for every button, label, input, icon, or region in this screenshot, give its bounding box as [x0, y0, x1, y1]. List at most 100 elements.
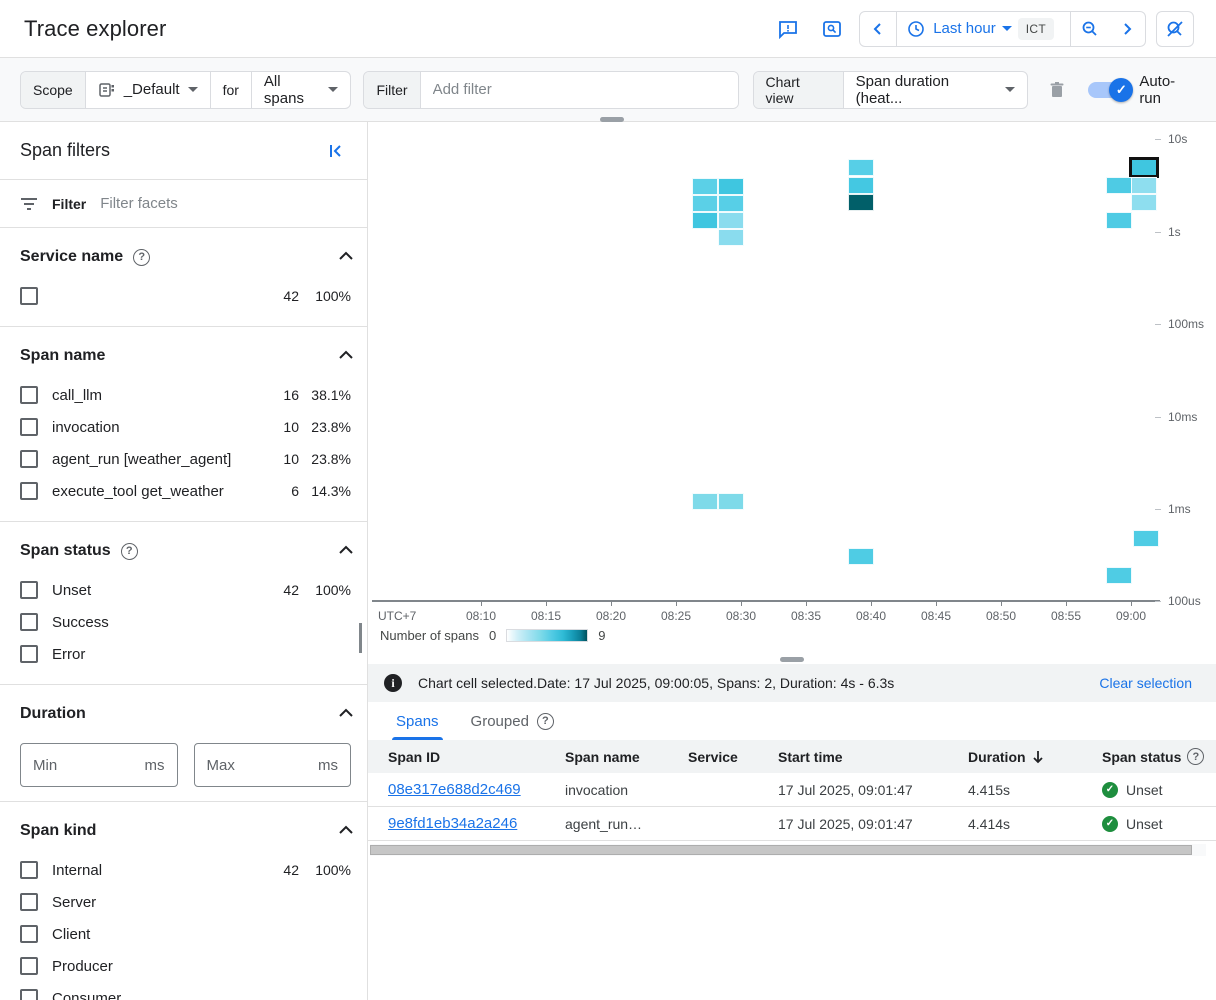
span-id-link[interactable]: 08e317e688d2c469 [388, 781, 521, 798]
duration-min-input[interactable]: Min ms [20, 743, 178, 787]
span-name-checkbox[interactable] [20, 450, 38, 468]
heatmap-cell[interactable] [1106, 212, 1132, 229]
span-status-checkbox[interactable] [20, 645, 38, 663]
heatmap-cell[interactable] [692, 178, 718, 195]
autorun-toggle[interactable]: ✓ [1088, 82, 1127, 98]
span-status-cell: ✓Unset [1102, 782, 1216, 798]
search-preview-icon[interactable] [815, 12, 849, 46]
span-name-cell: agent_run… [565, 816, 688, 832]
chart-view-dropdown[interactable]: Span duration (heat... [844, 72, 1028, 108]
collapse-section-icon[interactable] [339, 825, 351, 837]
column-header-service[interactable]: Service [688, 749, 778, 765]
time-range-dropdown[interactable]: Last hour ICT [897, 12, 1070, 46]
facet-section-service-name: Service name?42100% [0, 228, 367, 327]
zoom-off-button[interactable] [1156, 11, 1194, 47]
span-kind-checkbox[interactable] [20, 957, 38, 975]
column-header-span-id[interactable]: Span ID [388, 749, 565, 765]
delete-chart-button[interactable] [1040, 73, 1074, 107]
heatmap-cell[interactable] [1106, 567, 1132, 584]
heatmap-cell[interactable] [718, 178, 744, 195]
x-axis-tick [871, 602, 872, 606]
collapse-section-icon[interactable] [339, 350, 351, 362]
facet-item-percent: 100% [299, 582, 351, 598]
time-forward-button[interactable] [1109, 12, 1145, 46]
time-back-button[interactable] [860, 12, 896, 46]
grouped-help-icon[interactable]: ? [537, 713, 554, 730]
table-horizontal-scrollbar[interactable] [370, 844, 1206, 856]
y-axis-label: 10ms [1168, 410, 1197, 424]
clear-selection-link[interactable]: Clear selection [1099, 675, 1192, 691]
heatmap-cell[interactable] [692, 493, 718, 510]
tab-grouped[interactable]: Grouped ? [467, 702, 558, 740]
span-status-checkbox[interactable] [20, 613, 38, 631]
span-name-section-title: Span name [20, 347, 105, 365]
service-name-checkbox[interactable] [20, 287, 38, 305]
column-header-span-name[interactable]: Span name [565, 749, 688, 765]
app-header: Trace explorer Last hour ICT [0, 0, 1216, 58]
timezone-badge[interactable]: ICT [1018, 18, 1054, 40]
heatmap-cell[interactable] [718, 195, 744, 212]
span-name-checkbox[interactable] [20, 482, 38, 500]
heatmap-cell[interactable] [848, 159, 874, 176]
column-header-duration[interactable]: Duration [968, 749, 1102, 765]
collapse-section-icon[interactable] [339, 708, 351, 720]
all-spans-value: All spans [264, 73, 321, 107]
span-kind-checkbox[interactable] [20, 925, 38, 943]
status-label: Unset [1126, 782, 1163, 798]
heatmap-cell[interactable] [718, 229, 744, 246]
facet-item-percent: 23.8% [299, 451, 351, 467]
span-status-help-icon[interactable]: ? [1187, 748, 1204, 765]
service-name-help-icon[interactable]: ? [133, 249, 150, 266]
span-name-checkbox[interactable] [20, 418, 38, 436]
heatmap-cell[interactable] [848, 177, 874, 194]
duration-max-input[interactable]: Max ms [194, 743, 352, 787]
facet-item: Consumer [20, 982, 351, 1000]
status-label: Unset [1126, 816, 1163, 832]
heatmap-cell[interactable] [718, 493, 744, 510]
span-status-checkbox[interactable] [20, 581, 38, 599]
heatmap-cell[interactable] [1133, 530, 1159, 547]
zoom-out-button[interactable] [1071, 12, 1109, 46]
filter-input[interactable] [421, 72, 738, 108]
collapse-section-icon[interactable] [339, 251, 351, 263]
feedback-icon[interactable] [771, 12, 805, 46]
heatmap-cell[interactable] [848, 194, 874, 211]
span-kind-checkbox[interactable] [20, 893, 38, 911]
span-name-checkbox[interactable] [20, 386, 38, 404]
collapse-sidebar-icon[interactable] [327, 142, 345, 160]
all-spans-dropdown[interactable]: All spans [252, 72, 351, 108]
selection-message: Chart cell selected.Date: 17 Jul 2025, 0… [418, 675, 894, 691]
facet-filter-row[interactable]: Filter Filter facets [0, 180, 367, 228]
heatmap-cell[interactable] [848, 548, 874, 565]
sort-descending-icon[interactable] [1032, 750, 1044, 764]
scrollbar-thumb[interactable] [370, 845, 1192, 855]
column-header-span-status[interactable]: Span status? [1102, 748, 1216, 765]
x-axis-label: 08:25 [661, 609, 691, 623]
heatmap-cell[interactable] [1106, 177, 1132, 194]
heatmap-cell[interactable] [718, 212, 744, 229]
collapse-section-icon[interactable] [339, 545, 351, 557]
sidebar-header: Span filters [0, 122, 367, 180]
span-kind-checkbox[interactable] [20, 861, 38, 879]
y-axis-tick [1155, 417, 1161, 418]
scope-dropdown[interactable]: _Default [86, 72, 210, 108]
heatmap-cell[interactable] [692, 195, 718, 212]
horizontal-resize-handle[interactable] [780, 657, 804, 662]
column-header-start-time[interactable]: Start time [778, 749, 968, 765]
heatmap-cell[interactable] [1131, 194, 1157, 211]
chevron-down-icon [1005, 87, 1015, 92]
span-status-help-icon[interactable]: ? [121, 543, 138, 560]
table-row[interactable]: 9e8fd1eb34a2a246agent_run…17 Jul 2025, 0… [368, 807, 1216, 841]
tab-spans[interactable]: Spans [392, 702, 443, 740]
x-axis-tick [1066, 602, 1067, 606]
heatmap-cell-selected[interactable] [1129, 157, 1159, 178]
span-id-link[interactable]: 9e8fd1eb34a2a246 [388, 815, 517, 832]
heatmap-cell[interactable] [692, 212, 718, 229]
heatmap-cell[interactable] [1131, 177, 1157, 194]
autorun-control: ✓ Auto-run [1088, 73, 1196, 107]
span-kind-checkbox[interactable] [20, 989, 38, 1000]
table-row[interactable]: 08e317e688d2c469invocation17 Jul 2025, 0… [368, 773, 1216, 807]
sidebar-scrollbar[interactable] [359, 623, 362, 653]
facet-item: execute_tool get_weather614.3% [20, 475, 351, 507]
x-axis-tick [1001, 602, 1002, 606]
